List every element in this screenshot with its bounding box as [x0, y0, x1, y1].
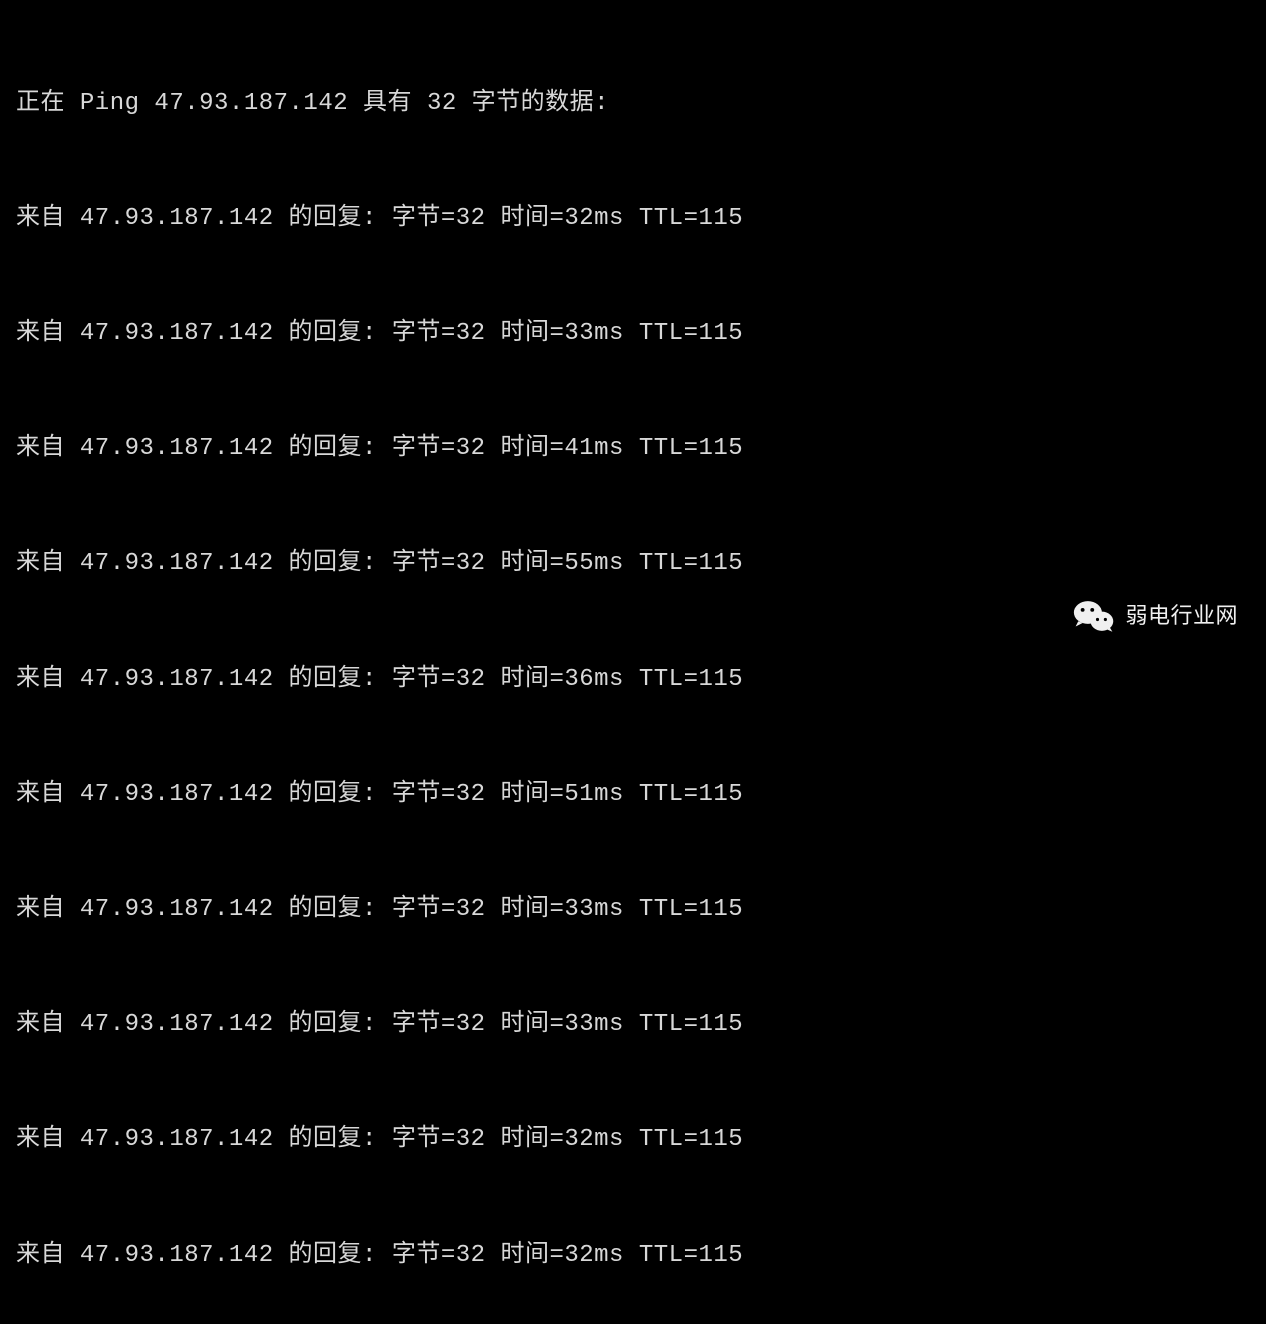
ping-reply-line: 来自 47.93.187.142 的回复: 字节=32 时间=32ms TTL=…: [16, 1121, 1250, 1159]
ping-reply-line: 来自 47.93.187.142 的回复: 字节=32 时间=36ms TTL=…: [16, 661, 1250, 699]
watermark-text: 弱电行业网: [1125, 598, 1238, 633]
ping-reply-line: 来自 47.93.187.142 的回复: 字节=32 时间=41ms TTL=…: [16, 430, 1250, 468]
terminal-output: 正在 Ping 47.93.187.142 具有 32 字节的数据: 来自 47…: [16, 8, 1250, 1324]
ping-reply-line: 来自 47.93.187.142 的回复: 字节=32 时间=33ms TTL=…: [16, 315, 1250, 353]
wechat-icon: [1073, 598, 1115, 634]
ping-reply-line: 来自 47.93.187.142 的回复: 字节=32 时间=33ms TTL=…: [16, 1006, 1250, 1044]
watermark: 弱电行业网: [1073, 598, 1238, 634]
ping-header-line: 正在 Ping 47.93.187.142 具有 32 字节的数据:: [16, 85, 1250, 123]
ping-reply-line: 来自 47.93.187.142 的回复: 字节=32 时间=32ms TTL=…: [16, 200, 1250, 238]
ping-reply-line: 来自 47.93.187.142 的回复: 字节=32 时间=32ms TTL=…: [16, 1237, 1250, 1275]
ping-reply-line: 来自 47.93.187.142 的回复: 字节=32 时间=51ms TTL=…: [16, 776, 1250, 814]
ping-reply-line: 来自 47.93.187.142 的回复: 字节=32 时间=55ms TTL=…: [16, 545, 1250, 583]
ping-reply-line: 来自 47.93.187.142 的回复: 字节=32 时间=33ms TTL=…: [16, 891, 1250, 929]
